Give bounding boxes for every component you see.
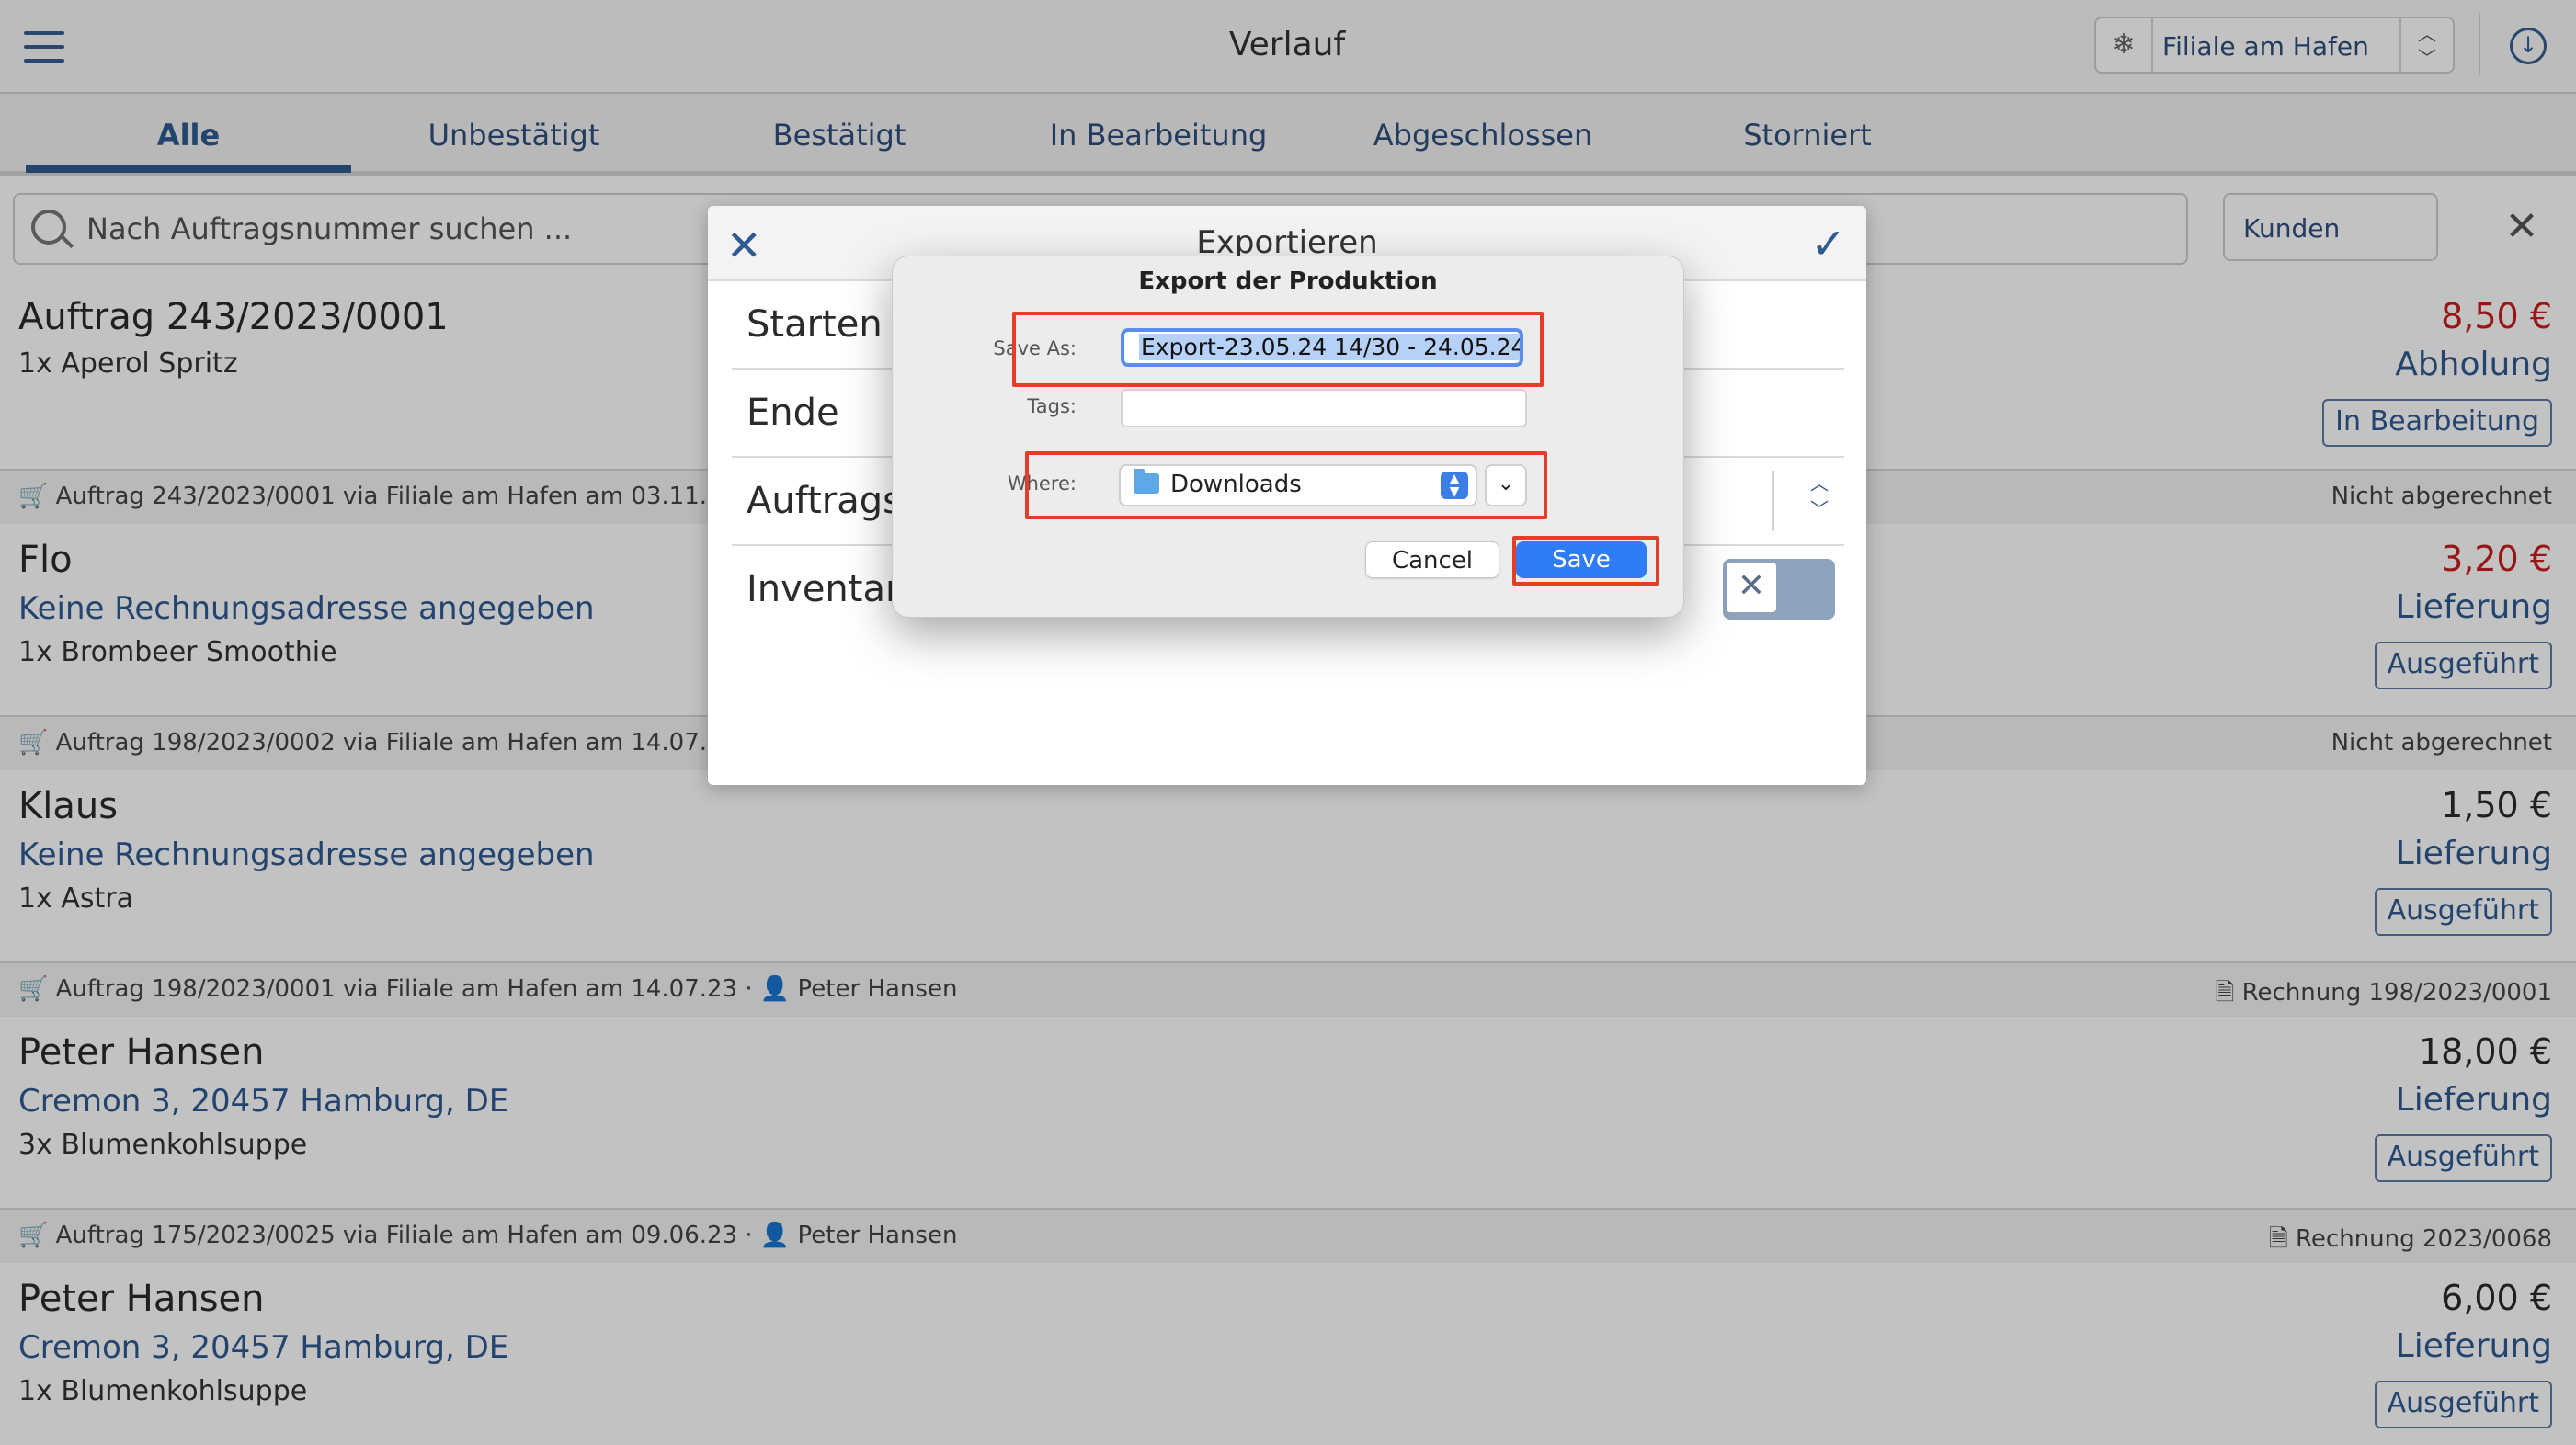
where-value: Downloads	[1170, 471, 1302, 498]
cancel-button[interactable]: Cancel	[1365, 541, 1499, 578]
tags-label: Tags:	[1027, 395, 1077, 417]
inventory-toggle[interactable]: ✕	[1723, 559, 1835, 620]
save-as-field[interactable]: Export-23.05.24 14/30 - 24.05.24 14	[1121, 328, 1523, 367]
stepper-chevron-icon[interactable]: ︿ ﹀	[1806, 471, 1833, 522]
expand-chevron-icon[interactable]: ⌄	[1485, 464, 1527, 506]
save-dialog-title: Export der Produktion	[1138, 267, 1438, 295]
where-select[interactable]: Downloads ▲ ▼	[1119, 464, 1477, 506]
toggle-off-x-icon: ✕	[1725, 561, 1778, 614]
export-row-label: Ende	[747, 392, 839, 434]
folder-icon	[1134, 469, 1159, 494]
tags-field[interactable]	[1121, 389, 1527, 427]
save-as-value: Export-23.05.24 14/30 - 24.05.24 14	[1139, 334, 1520, 360]
where-label: Where:	[1007, 472, 1077, 495]
confirm-check-icon[interactable]: ✓	[1810, 219, 1846, 268]
save-dialog: Export der Produktion Save As: Export-23…	[892, 256, 1684, 618]
up-down-arrows-icon: ▲ ▼	[1441, 472, 1468, 499]
save-as-label: Save As:	[993, 337, 1077, 359]
save-button[interactable]: Save	[1516, 541, 1647, 578]
row-divider	[1772, 471, 1774, 531]
export-row-label: Starten	[747, 303, 883, 346]
